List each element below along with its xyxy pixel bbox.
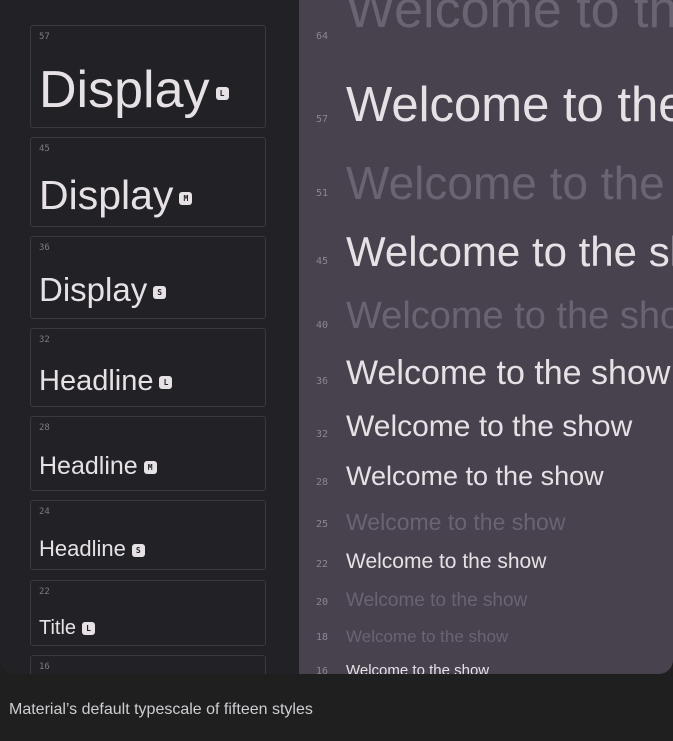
preview-sample-text: Welcome to the show xyxy=(346,509,566,535)
type-style-name-row: Display M xyxy=(39,172,193,219)
preview-size-label: 40 xyxy=(316,320,329,331)
preview-size-label: 22 xyxy=(316,559,329,570)
size-badge: S xyxy=(153,285,167,299)
preview-size-label: 45 xyxy=(316,256,329,267)
typescale-preview: 64 Welcome to the show 57 Welcome to the sh… xyxy=(299,0,673,674)
size-badge: L xyxy=(215,86,229,100)
preview-sample-text: Welcome to the show xyxy=(346,627,509,646)
size-badge: L xyxy=(159,375,173,389)
type-style-size: 36 xyxy=(39,243,50,253)
type-style-name: Headline xyxy=(39,365,154,397)
type-style-size: 22 xyxy=(39,587,50,597)
type-style-card[interactable]: 32 Headline L xyxy=(30,328,266,407)
preview-size-label: 51 xyxy=(316,188,329,199)
size-badge: M xyxy=(179,191,193,205)
type-style-size: 16 xyxy=(39,662,50,672)
type-style-list: 57 Display L 45 Display M 36 Display S 32 Headline… xyxy=(0,0,299,674)
preview-sample-text: Welcome to the show xyxy=(346,590,528,611)
type-style-card[interactable]: 57 Display L xyxy=(30,25,266,128)
type-style-name: Display xyxy=(39,172,174,218)
type-style-name: Title xyxy=(39,617,77,639)
type-style-card[interactable]: 36 Display S xyxy=(30,236,266,319)
type-style-name: Display xyxy=(39,61,210,119)
type-style-name-row: Headline S xyxy=(39,536,145,562)
preview-sample-text: Welcome to the show xyxy=(346,228,673,275)
type-style-size: 32 xyxy=(39,335,50,345)
type-style-name-row: Display S xyxy=(39,271,167,309)
type-style-name-row: Title L xyxy=(39,617,96,640)
type-style-card[interactable]: 24 Headline S xyxy=(30,500,266,570)
size-badge: S xyxy=(131,543,145,557)
type-style-name-row: Display L xyxy=(39,60,229,120)
preview-sample-text: Welcome to the show xyxy=(346,0,673,39)
type-style-size: 45 xyxy=(39,144,50,154)
preview-size-label: 36 xyxy=(316,376,329,387)
preview-sample-text: Welcome to the show xyxy=(346,461,604,491)
preview-size-label: 32 xyxy=(316,429,329,440)
preview-sample-text: Welcome to the show xyxy=(346,354,671,392)
type-style-card[interactable]: 28 Headline M xyxy=(30,416,266,491)
figure-caption: Material’s default typescale of fifteen … xyxy=(9,701,313,718)
type-style-name: Headline xyxy=(39,452,138,480)
type-style-name: Display xyxy=(39,271,148,308)
size-badge: L xyxy=(82,622,96,636)
preview-sample-text: Welcome to the show xyxy=(346,157,673,209)
preview-size-label: 25 xyxy=(316,519,329,530)
preview-size-label: 20 xyxy=(316,597,329,608)
type-style-name: Headline xyxy=(39,536,126,561)
type-style-size: 28 xyxy=(39,423,50,433)
preview-size-label: 16 xyxy=(316,666,329,674)
type-style-size: 24 xyxy=(39,507,50,517)
preview-sample-text: Welcome to the show xyxy=(346,78,673,132)
typescale-figure: 57 Display L 45 Display M 36 Display S 32 Headline… xyxy=(0,0,673,674)
preview-sample-text: Welcome to the show xyxy=(346,410,633,443)
type-style-card[interactable]: 16 xyxy=(30,655,266,674)
type-style-card[interactable]: 45 Display M xyxy=(30,137,266,227)
preview-size-label: 28 xyxy=(316,477,329,488)
preview-size-label: 18 xyxy=(316,632,329,643)
type-style-name-row: Headline L xyxy=(39,365,173,398)
type-style-size: 57 xyxy=(39,32,50,42)
preview-size-label: 64 xyxy=(316,31,329,42)
preview-sample-text: Welcome to the show xyxy=(346,662,490,674)
preview-sample-text: Welcome to the show xyxy=(346,550,547,573)
type-style-name-row: Headline M xyxy=(39,452,157,481)
preview-sample-text: Welcome to the show xyxy=(346,295,673,337)
preview-size-label: 57 xyxy=(316,114,329,125)
size-badge: M xyxy=(143,460,157,474)
type-style-card[interactable]: 22 Title L xyxy=(30,580,266,646)
